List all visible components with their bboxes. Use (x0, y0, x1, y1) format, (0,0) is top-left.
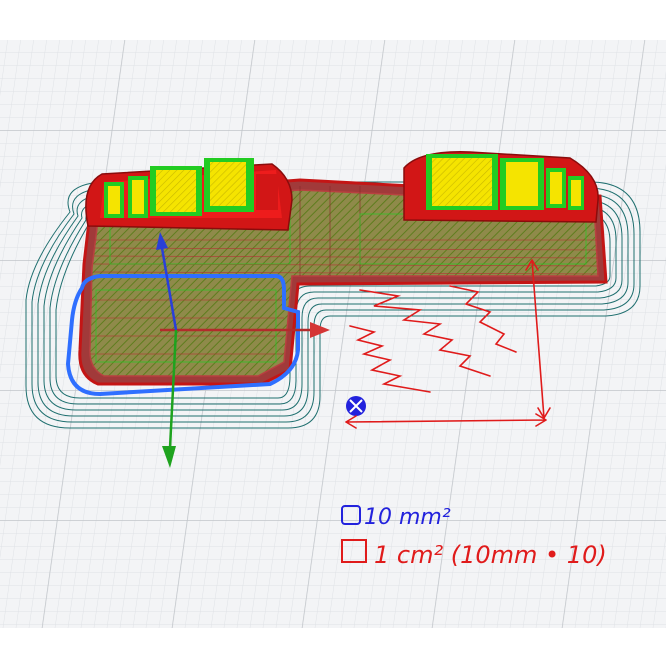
red-legend-text: 1 cm² (10mm • 10) (374, 541, 607, 569)
slicer-3d-viewport[interactable]: 10 mm² 1 cm² (10mm • 10) (0, 0, 666, 666)
blue-legend-text: 10 mm² (364, 505, 451, 530)
origin-gizmo-icon[interactable] (346, 396, 366, 416)
right-top-bump (403, 151, 599, 223)
